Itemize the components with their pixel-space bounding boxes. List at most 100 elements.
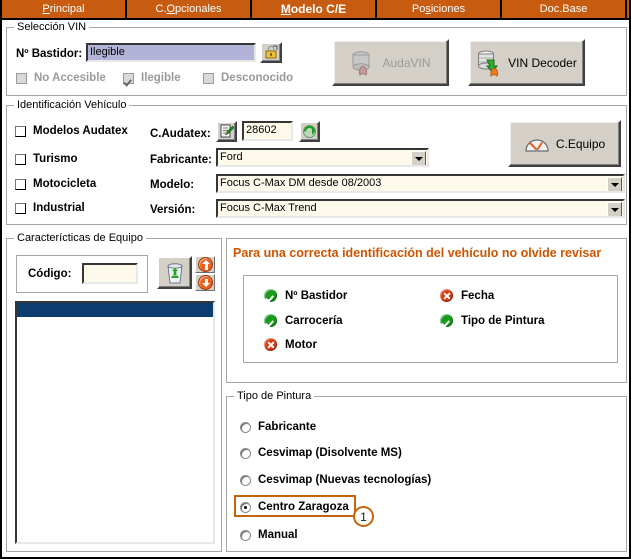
bastidor-input[interactable]: Ilegible: [86, 43, 256, 62]
checkbox-motocicleta[interactable]: Motocicleta: [15, 178, 96, 190]
move-down-button[interactable]: [195, 274, 215, 291]
radio-fabricante[interactable]: Fabricante: [240, 421, 316, 433]
tab-modelo-ce[interactable]: Modelo C/E: [252, 0, 377, 20]
reminder-item-tipo-pintura-label: Tipo de Pintura: [461, 315, 545, 327]
reminder-item-fecha-label: Fecha: [461, 290, 494, 302]
tab-posiciones[interactable]: Posiciones: [377, 0, 502, 20]
reminder-item-carroceria-label: Carrocería: [285, 315, 343, 327]
tab-overflow-stub: [627, 0, 631, 20]
centro-zaragoza-radio[interactable]: [240, 502, 251, 513]
vin-decoder-button[interactable]: VIN Decoder: [468, 39, 585, 86]
fabricante-label: Fabricante:: [150, 154, 212, 166]
fabricante-value: Ford: [220, 151, 243, 163]
move-up-button[interactable]: [195, 256, 215, 273]
refresh-green-icon: [302, 124, 317, 139]
tab-modelo-ce-label: odelo C/E: [291, 2, 346, 16]
codigo-input[interactable]: [82, 263, 138, 284]
modelo-chevron-down-icon[interactable]: [607, 177, 622, 192]
modelo-combo[interactable]: Focus C-Max DM desde 08/2003: [216, 174, 625, 193]
checkbox-industrial[interactable]: Industrial: [15, 202, 85, 214]
padlock-button[interactable]: [260, 42, 282, 63]
industrial-label: Industrial: [33, 202, 85, 214]
ilegible-box[interactable]: [123, 73, 134, 84]
check-ok-icon: [440, 314, 453, 327]
audavin-label: AudaVIN: [382, 56, 430, 70]
characteristics-list[interactable]: [15, 301, 215, 544]
check-error-icon: [264, 338, 277, 351]
tab-doc-base[interactable]: Doc.Base: [502, 0, 627, 20]
codigo-label: Código:: [28, 268, 71, 280]
check-ok-icon: [264, 289, 277, 302]
modelo-label: Modelo:: [150, 179, 194, 191]
turismo-box[interactable]: [15, 154, 26, 165]
reminder-item-tipo-pintura: Tipo de Pintura: [440, 314, 545, 327]
reminder-item-bastidor: Nº Bastidor: [264, 289, 347, 302]
motocicleta-label: Motocicleta: [33, 178, 96, 190]
version-combo[interactable]: Focus C-Max Trend: [216, 199, 625, 218]
equipment-characteristics-legend: Caracterícticas de Equipo: [14, 232, 146, 244]
radio-cesvimap-nuevas-label: Cesvimap (Nuevas tecnologías): [258, 474, 431, 486]
vin-selection-legend: Selección VIN: [14, 21, 89, 33]
industrial-box[interactable]: [15, 203, 26, 214]
reminder-item-motor-label: Motor: [285, 339, 317, 351]
reminder-item-carroceria: Carrocería: [264, 314, 343, 327]
tab-copcionales[interactable]: C.Opcionales: [127, 0, 252, 20]
version-label: Versión:: [150, 204, 195, 216]
audavin-button[interactable]: AudaVIN: [332, 39, 449, 86]
tab-doc-base-label: Doc.Base: [540, 3, 588, 15]
desconocido-label: Desconocido: [221, 72, 293, 84]
form-pencil-icon: [220, 124, 234, 139]
checkbox-ilegible[interactable]: Ilegible: [123, 72, 181, 84]
checkbox-no-accesible[interactable]: No Accesible: [16, 72, 106, 84]
audatex-code-input[interactable]: 28602: [242, 121, 293, 141]
fabricante-chevron-down-icon[interactable]: [411, 151, 426, 166]
tab-bar: Principal C.Opcionales Modelo C/E Posici…: [2, 0, 631, 20]
manual-radio[interactable]: [240, 530, 251, 541]
vin-decoder-label: VIN Decoder: [508, 56, 577, 70]
c-equipo-button[interactable]: C.Equipo: [508, 120, 621, 167]
radio-cesvimap-disolvente[interactable]: Cesvimap (Disolvente MS): [240, 447, 402, 459]
vehicle-identification-legend: Identificación Vehículo: [14, 99, 129, 111]
modelos-audatex-box[interactable]: [15, 126, 26, 137]
checkbox-desconocido[interactable]: Desconocido: [203, 72, 293, 84]
desconocido-box[interactable]: [203, 73, 214, 84]
radio-manual[interactable]: Manual: [240, 529, 298, 541]
turismo-label: Turismo: [33, 153, 78, 165]
paint-type-legend: Tipo de Pintura: [234, 390, 314, 402]
radio-fabricante-label: Fabricante: [258, 421, 316, 433]
radio-centro-zaragoza[interactable]: Centro Zaragoza: [240, 501, 349, 513]
list-item[interactable]: [17, 303, 213, 317]
radio-cesvimap-disolvente-label: Cesvimap (Disolvente MS): [258, 447, 402, 459]
no-accesible-label: No Accesible: [34, 72, 106, 84]
audatex-refresh-button[interactable]: [299, 121, 320, 142]
check-ok-icon: [264, 314, 277, 327]
no-accesible-box[interactable]: [16, 73, 27, 84]
radio-manual-label: Manual: [258, 529, 298, 541]
gauge-icon: [524, 134, 550, 154]
cesvimap-disolvente-radio[interactable]: [240, 448, 251, 459]
radio-cesvimap-nuevas[interactable]: Cesvimap (Nuevas tecnologías): [240, 474, 431, 486]
audatex-edit-button[interactable]: [216, 121, 237, 142]
database-icon: [350, 49, 376, 77]
reminder-item-bastidor-label: Nº Bastidor: [285, 290, 347, 302]
arrow-up-circle-icon: [198, 257, 213, 272]
reminder-title: Para una correcta identificación del veh…: [233, 246, 601, 260]
tab-principal-label: rincipal: [50, 3, 85, 15]
checkbox-modelos-audatex[interactable]: Modelos Audatex: [15, 125, 128, 137]
audatex-label: C.Audatex:: [150, 128, 211, 140]
tab-principal[interactable]: Principal: [2, 0, 127, 20]
c-equipo-label: C.Equipo: [556, 137, 605, 151]
reminder-item-motor: Motor: [264, 338, 317, 351]
checkbox-turismo[interactable]: Turismo: [15, 153, 78, 165]
fabricante-combo[interactable]: Ford: [216, 148, 429, 167]
cesvimap-nuevas-radio[interactable]: [240, 475, 251, 486]
tab-copcionales-label: pcionales: [175, 3, 221, 15]
application-window: Principal C.Opcionales Modelo C/E Posici…: [0, 0, 631, 559]
fabricante-radio[interactable]: [240, 422, 251, 433]
annotation-badge-1: 1: [353, 506, 374, 527]
version-chevron-down-icon[interactable]: [607, 202, 622, 217]
reminder-item-fecha: Fecha: [440, 289, 494, 302]
motocicleta-box[interactable]: [15, 179, 26, 190]
tab-posiciones-label: iciones: [431, 3, 465, 15]
delete-characteristic-button[interactable]: [157, 256, 192, 289]
